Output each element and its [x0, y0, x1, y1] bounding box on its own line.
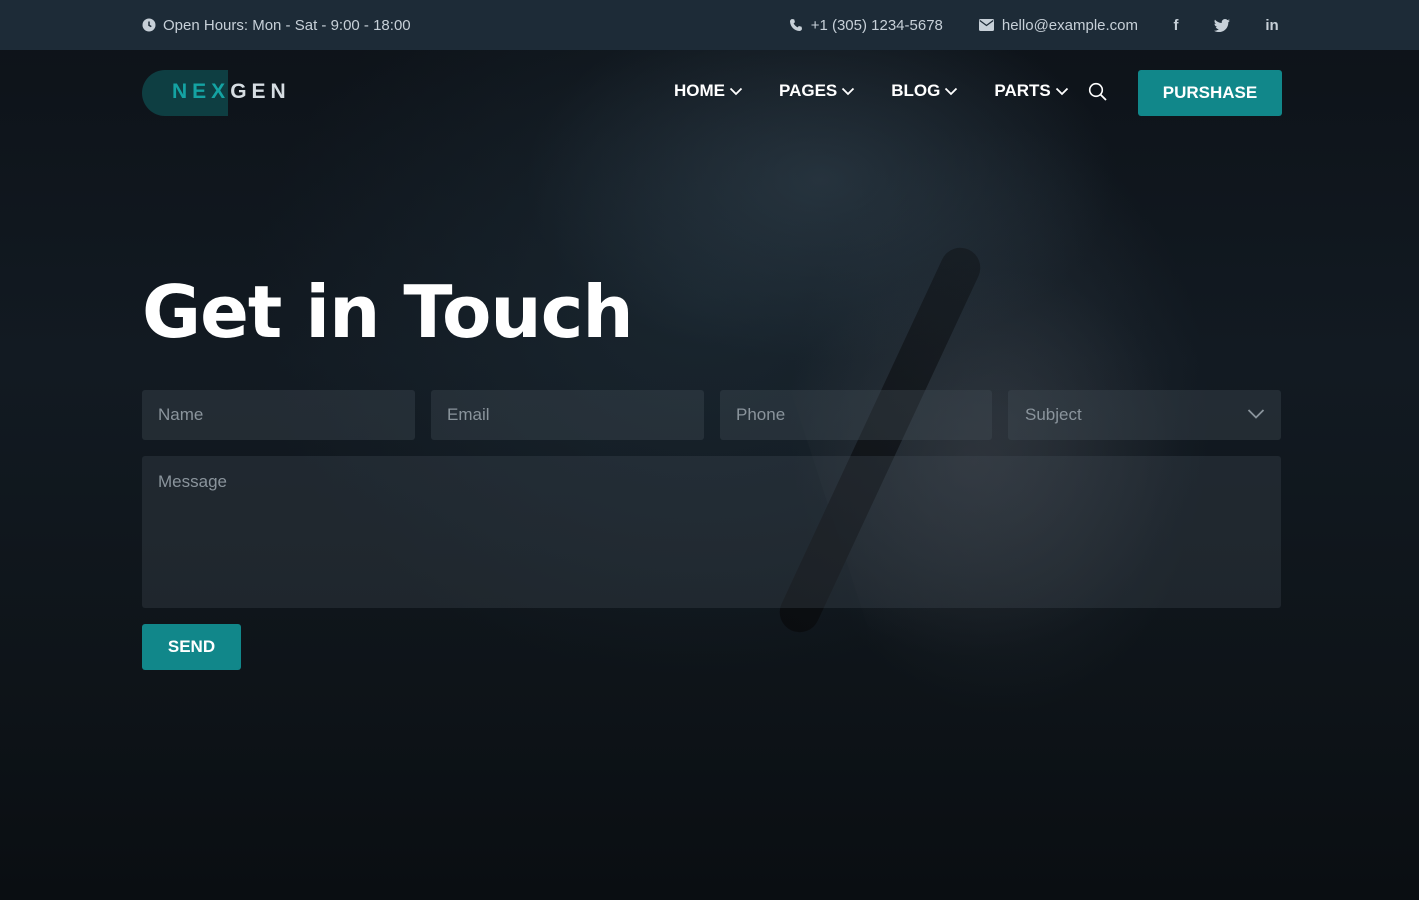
clock-icon	[142, 18, 156, 32]
name-input[interactable]	[158, 405, 415, 425]
email-text: hello@example.com	[1001, 16, 1138, 34]
twitter-icon[interactable]	[1214, 18, 1234, 32]
nav-item-parts[interactable]: PARTS	[994, 81, 1068, 101]
phone-input[interactable]	[736, 405, 992, 425]
send-button[interactable]: SEND	[142, 624, 241, 670]
search-button[interactable]	[1088, 82, 1108, 107]
open-hours: Open Hours: Mon - Sat - 9:00 - 18:00	[142, 17, 411, 34]
chevron-down-icon	[729, 87, 743, 96]
nav-item-label: PAGES	[779, 81, 838, 100]
nav-item-label: PARTS	[994, 81, 1051, 100]
linkedin-icon[interactable]: in	[1262, 17, 1282, 34]
chevron-down-icon	[842, 87, 855, 96]
email-field[interactable]	[431, 390, 704, 440]
nav-menu: HOME PAGES BLOG PARTS	[674, 81, 1105, 101]
chevron-down-icon	[1055, 87, 1068, 96]
phone-field[interactable]	[720, 390, 992, 440]
phone-icon	[789, 18, 803, 32]
nav-item-home[interactable]: HOME	[674, 81, 743, 101]
logo[interactable]: NEXGEN	[142, 70, 302, 116]
chevron-down-icon	[1247, 409, 1265, 419]
page-title: Get in Touch	[142, 270, 634, 354]
logo-text-nex: NEX	[172, 80, 231, 103]
email-contact[interactable]: hello@example.com	[978, 16, 1138, 34]
subject-select[interactable]: Subject	[1008, 390, 1281, 440]
nav-item-label: BLOG	[891, 81, 941, 100]
subject-select-value: Subject	[1025, 405, 1082, 424]
phone-text: +1 (305) 1234-5678	[810, 16, 943, 34]
logo-text: NEXGEN	[172, 80, 291, 104]
nav-item-label: HOME	[674, 81, 725, 100]
email-input[interactable]	[447, 405, 704, 425]
name-field[interactable]	[142, 390, 415, 440]
top-bar: Open Hours: Mon - Sat - 9:00 - 18:00 +1 …	[0, 0, 1419, 50]
envelope-icon	[978, 19, 994, 31]
nav-item-pages[interactable]: PAGES	[779, 81, 855, 101]
search-icon	[1088, 82, 1107, 101]
main-navigation: NEXGEN HOME PAGES BLOG PARTS PURSHASE	[0, 50, 1419, 135]
chevron-down-icon	[945, 87, 958, 96]
message-textarea[interactable]	[158, 472, 1265, 592]
purchase-button[interactable]: PURSHASE	[1138, 70, 1282, 116]
nav-item-blog[interactable]: BLOG	[891, 81, 958, 101]
logo-text-gen: GEN	[230, 80, 291, 103]
facebook-icon[interactable]: f	[1166, 17, 1186, 34]
message-field[interactable]	[142, 456, 1281, 608]
phone-contact[interactable]: +1 (305) 1234-5678	[789, 17, 943, 34]
open-hours-text: Open Hours: Mon - Sat - 9:00 - 18:00	[163, 16, 411, 34]
